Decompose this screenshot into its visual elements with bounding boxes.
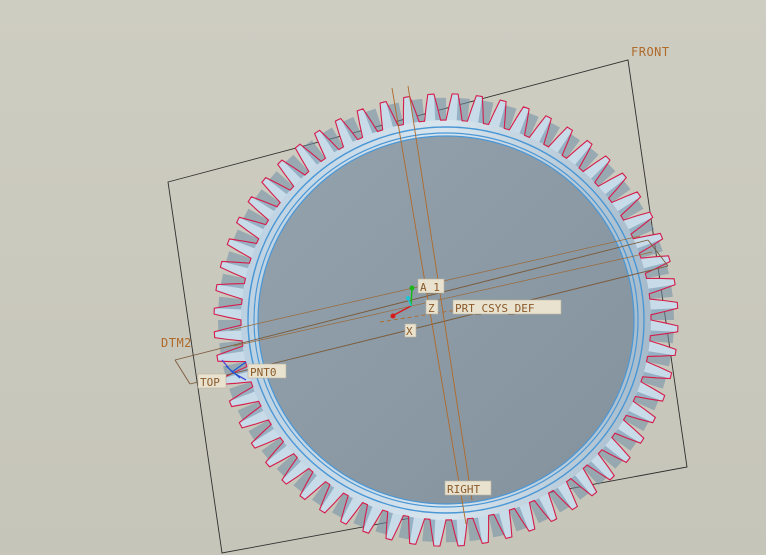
- right-plane-label: RIGHT: [447, 483, 480, 496]
- top-plane-tag[interactable]: TOP: [197, 373, 227, 389]
- dtm2-plane-label[interactable]: DTM2: [161, 336, 192, 350]
- pnt0-tag[interactable]: PNT0: [247, 363, 287, 379]
- x-axis-tag[interactable]: X: [404, 323, 417, 338]
- graphics-viewport[interactable]: FRONT DTM2 TOP PNT0 A_1 Z PRT_CSYS_DEF X…: [0, 0, 766, 555]
- right-plane-tag[interactable]: RIGHT: [444, 480, 492, 496]
- gear-model[interactable]: [213, 93, 679, 547]
- z-axis-label: Z: [428, 302, 435, 315]
- tooth-shadow: [422, 518, 436, 542]
- csys-label: PRT_CSYS_DEF: [455, 302, 534, 315]
- top-plane-label: TOP: [200, 376, 220, 389]
- axis-a1-tag[interactable]: A_1: [417, 278, 445, 294]
- front-plane-label[interactable]: FRONT: [631, 45, 670, 59]
- x-axis-label: X: [406, 325, 413, 338]
- csys-tag[interactable]: PRT_CSYS_DEF: [452, 299, 562, 315]
- model-canvas[interactable]: FRONT DTM2 TOP PNT0 A_1 Z PRT_CSYS_DEF X…: [0, 0, 766, 555]
- pnt0-label: PNT0: [250, 366, 277, 379]
- gear-face[interactable]: [257, 135, 635, 505]
- axis-a1-label: A_1: [420, 281, 440, 294]
- z-axis-tag[interactable]: Z: [425, 299, 439, 315]
- tooth-shadow: [456, 98, 470, 122]
